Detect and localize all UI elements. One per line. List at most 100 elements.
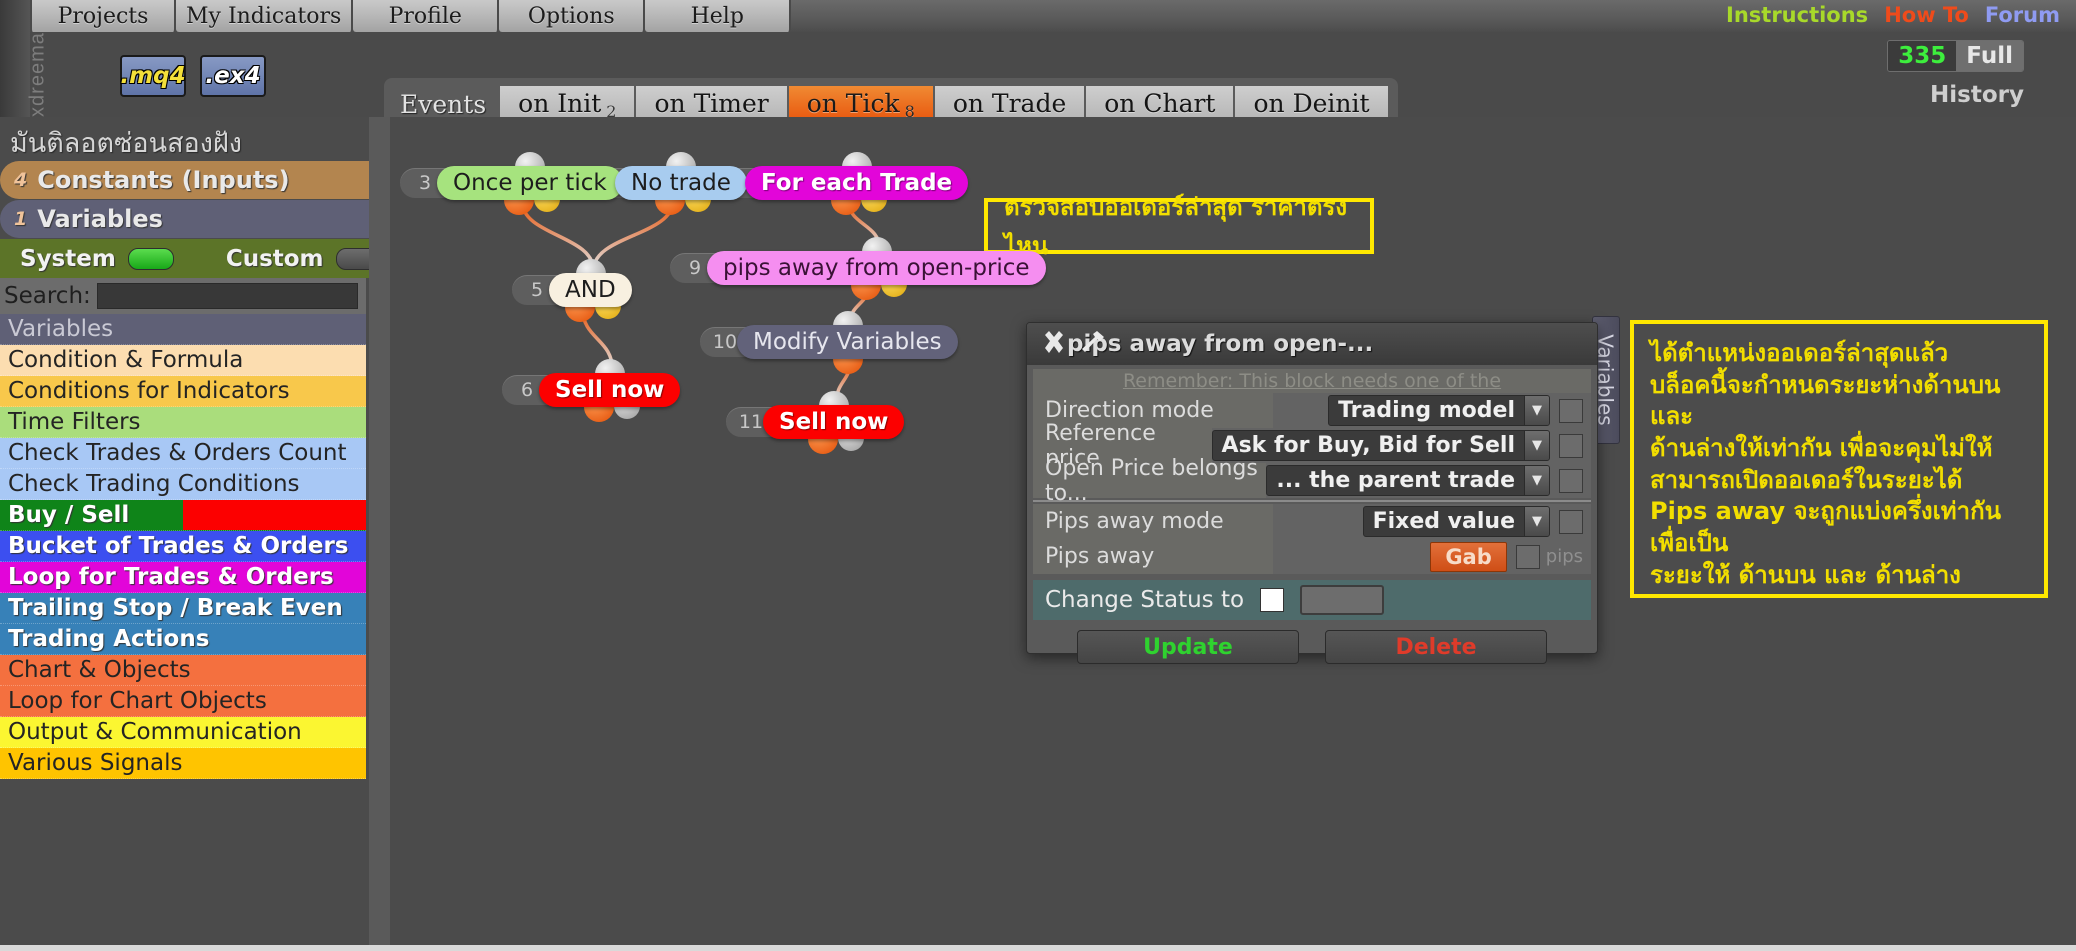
sidebar-scrollbar-track[interactable]	[369, 117, 759, 951]
menu-item-projects[interactable]: Projects	[30, 0, 176, 32]
dropdown[interactable]: Trading model ▼	[1328, 395, 1550, 426]
history-label[interactable]: History	[1930, 82, 2024, 108]
menu-item-help[interactable]: Help	[645, 0, 792, 32]
flow-node-10[interactable]: 10 Modify Variables	[700, 311, 958, 374]
dropdown[interactable]: Fixed value ▼	[1362, 506, 1550, 537]
chevron-down-icon[interactable]: ▼	[1524, 507, 1549, 536]
category-conditions-for-indicators[interactable]: Conditions for Indicators	[0, 376, 366, 407]
link-instructions[interactable]: Instructions	[1726, 3, 1868, 27]
flow-node-label: For each Trade	[745, 166, 969, 200]
sidebar-constants[interactable]: 4 Constants (Inputs)	[0, 161, 388, 199]
chevron-down-icon[interactable]: ▼	[1524, 396, 1549, 425]
dropdown[interactable]: ... the parent trade ▼	[1266, 465, 1550, 496]
update-button[interactable]: Update	[1077, 630, 1299, 664]
brand-label: fxdreema	[26, 32, 49, 124]
dialog-row-checkbox[interactable]	[1559, 433, 1583, 458]
category-split-half[interactable]	[183, 500, 366, 530]
search-input[interactable]	[96, 283, 358, 309]
credit-counter[interactable]: 335 Full	[1887, 40, 2024, 72]
note-line: ด้านล่างให้เท่ากัน เพื่อจะคุมไม่ให้	[1650, 434, 1993, 463]
flow-node-label: No trade	[615, 166, 747, 200]
pips-away-checkbox[interactable]	[1515, 544, 1540, 569]
category-check-trades-orders-count[interactable]: Check Trades & Orders Count	[0, 438, 366, 469]
dialog-rows-group-1: Direction mode Trading model ▼ Reference pr…	[1033, 393, 1591, 506]
system-toggle[interactable]	[127, 247, 174, 270]
category-buy-sell[interactable]: Buy / Sell	[0, 500, 366, 531]
tab-label: on Chart	[1104, 89, 1216, 118]
dialog-row-field: Fixed value ▼	[1273, 504, 1591, 539]
category-label: Output & Communication	[8, 719, 302, 745]
dialog-row-field: Trading model ▼	[1273, 393, 1591, 428]
note-side: ได้ตำแหน่งออเดอร์ล่าสุดแล้ว บล็อคนี้จะกำห…	[1630, 320, 2048, 598]
menu-item-my-indicators[interactable]: My Indicators	[176, 0, 354, 32]
dialog-row-checkbox[interactable]	[1559, 509, 1583, 534]
note-top: ตรวจสอบออเดอร์ล่าสุด ราคาตรงไหน	[984, 193, 1374, 260]
category-list: Variables Condition & Formula Conditions f…	[0, 314, 366, 779]
variables-label: Variables	[37, 205, 163, 233]
category-trading-actions[interactable]: Trading Actions	[0, 624, 366, 655]
flow-node-5[interactable]: 5 AND	[512, 259, 632, 322]
flow-node-label: pips away from open-price	[707, 251, 1046, 285]
category-trailing-stop-break-even[interactable]: Trailing Stop / Break Even	[0, 593, 366, 624]
category-loop-for-chart-objects[interactable]: Loop for Chart Objects	[0, 686, 366, 717]
flow-node-body: Sell now	[763, 391, 905, 454]
system-label: System	[20, 245, 116, 272]
category-loop-for-trades-orders[interactable]: Loop for Trades & Orders	[0, 562, 366, 593]
mq4-button[interactable]: .mq4	[120, 55, 186, 97]
dialog-row-checkbox[interactable]	[1559, 468, 1583, 493]
link-forum[interactable]: Forum	[1985, 3, 2060, 27]
flow-node-body: Once per tick	[437, 152, 623, 215]
constants-count: 4	[14, 169, 28, 191]
flow-node-6[interactable]: 6 Sell now	[502, 359, 681, 422]
chevron-down-icon[interactable]: ▼	[1524, 431, 1549, 460]
dialog-row-field: ... the parent trade ▼	[1266, 463, 1591, 498]
tab-label: on Deinit	[1253, 89, 1370, 118]
category-output-communication[interactable]: Output & Communication	[0, 717, 366, 748]
flow-node-body: pips away from open-price	[707, 237, 1046, 300]
category-condition-formula[interactable]: Condition & Formula	[0, 345, 366, 376]
category-label: Loop for Chart Objects	[8, 688, 267, 714]
chevron-down-icon[interactable]: ▼	[1524, 466, 1549, 495]
close-icon[interactable]	[1041, 329, 1067, 359]
tab-label: on Tick	[806, 89, 900, 118]
delete-button[interactable]: Delete	[1325, 630, 1547, 664]
category-chart-objects[interactable]: Chart & Objects	[0, 655, 366, 686]
dialog-row-field: Ask for Buy, Bid for Sell ▼	[1211, 428, 1591, 463]
dialog-row-checkbox[interactable]	[1559, 398, 1583, 423]
category-time-filters[interactable]: Time Filters	[0, 407, 366, 438]
search-row: Search:	[0, 278, 366, 314]
project-title: มันติลอตซ่อนสองฝัง	[10, 128, 242, 159]
dialog-buttons: Update Delete	[1027, 630, 1597, 664]
flow-node-3[interactable]: 3 Once per tick	[400, 152, 623, 215]
tab-label: on Init	[518, 89, 602, 118]
category-label: Buy / Sell	[8, 502, 130, 528]
category-label: Time Filters	[8, 409, 141, 435]
flow-node-label: Sell now	[539, 373, 681, 407]
gab-button[interactable]: Gab	[1430, 541, 1507, 572]
category-bucket-of-trades-orders[interactable]: Bucket of Trades & Orders	[0, 531, 366, 562]
sidebar-variables[interactable]: 1 Variables	[0, 200, 388, 238]
note-line: ได้ตำแหน่งออเดอร์ล่าสุดแล้ว	[1650, 339, 1949, 367]
note-line: ระยะให้ ด้านบน และ ด้านล่าง	[1650, 560, 1961, 589]
dialog-body: Remember: This block needs one of the Di…	[1027, 369, 1597, 664]
pin-icon[interactable]	[1077, 329, 1107, 359]
block-settings-dialog[interactable]: pips away from open-... Remember: This b…	[1026, 322, 1598, 664]
brand-strip: fxdreema	[0, 0, 49, 131]
change-status-field[interactable]	[1300, 585, 1385, 615]
flow-node-8[interactable]: 8For each Trade	[708, 152, 969, 215]
ex4-button[interactable]: .ex4	[200, 55, 266, 97]
credit-mode: Full	[1956, 41, 2023, 71]
menu-item-profile[interactable]: Profile	[353, 0, 500, 32]
dropdown-value: Trading model	[1338, 398, 1515, 423]
category-various-signals[interactable]: Various Signals	[0, 748, 366, 779]
menu-item-options[interactable]: Options	[499, 0, 646, 32]
category-check-trading-conditions[interactable]: Check Trading Conditions	[0, 469, 366, 500]
flow-node-11[interactable]: 11 Sell now	[726, 391, 905, 454]
change-status-label: Change Status to	[1045, 587, 1245, 613]
category-variables[interactable]: Variables	[0, 314, 366, 345]
category-label: Bucket of Trades & Orders	[8, 533, 349, 559]
link-how-to[interactable]: How To	[1884, 3, 1969, 27]
change-status-checkbox[interactable]	[1260, 588, 1285, 612]
flow-node-9[interactable]: 9 pips away from open-price	[670, 237, 1046, 300]
top-menu: Projects My Indicators Profile Options Help	[30, 0, 792, 32]
